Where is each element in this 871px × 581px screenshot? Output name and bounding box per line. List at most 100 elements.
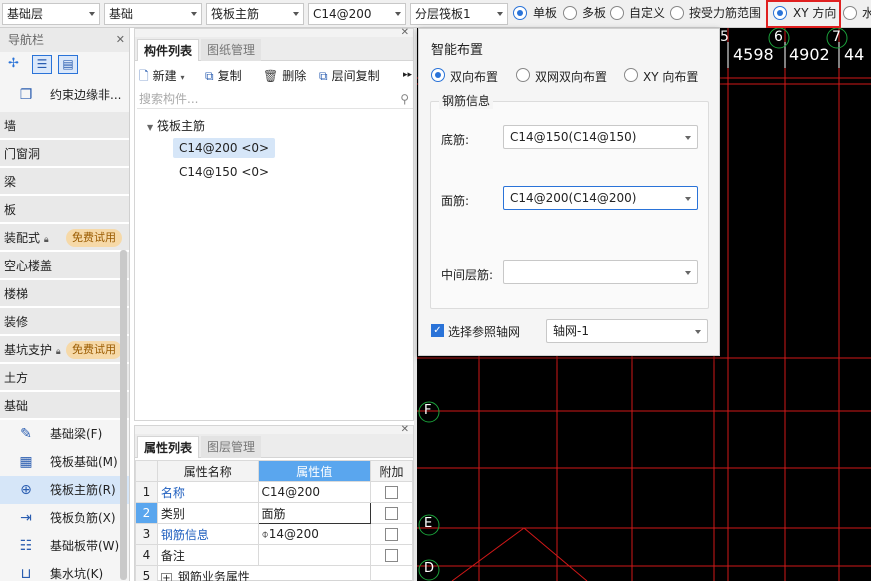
radio-multi-board[interactable] <box>563 6 577 20</box>
radio-single-board[interactable] <box>513 6 527 20</box>
radio-double-net[interactable] <box>516 68 530 82</box>
nav-cat-wall[interactable]: 墙 <box>0 112 129 140</box>
nav-cat-earthwork[interactable]: 土方 <box>0 364 129 392</box>
new-button[interactable]: 🗋︎ 新建 ▾ <box>139 67 185 88</box>
nav-item-raft-main-rebar[interactable]: ⊕ 筏板主筋(R) <box>0 476 129 504</box>
nav-item-sump-pit[interactable]: ⊔ 集水坑(K) <box>0 560 129 581</box>
expand-icon[interactable]: + <box>160 572 172 581</box>
sublayer-dropdown[interactable]: 分层筏板1 <box>410 3 508 25</box>
table-row[interactable]: 1 名称 C14@200 <box>135 481 413 503</box>
tab-layer-management[interactable]: 图层管理 <box>201 436 262 458</box>
table-row[interactable]: 4 备注 <box>135 544 413 566</box>
middle-rebar-label: 中间层筋: <box>441 268 494 282</box>
panel-grip: ✕ <box>135 27 413 38</box>
nav-cat-pit-support[interactable]: 基坑支护 🔒︎ 免费试用 <box>0 336 129 364</box>
extra-checkbox[interactable] <box>385 549 399 562</box>
nav-cat-door-window[interactable]: 门窗洞 <box>0 140 129 168</box>
dimension-text: 4598 <box>733 45 774 64</box>
top-rebar-select[interactable]: C14@200(C14@200) <box>503 186 698 210</box>
prop-value-editing[interactable]: 面筋 <box>257 502 372 524</box>
radio-xy-layout[interactable] <box>624 68 638 82</box>
nav-cat-slab[interactable]: 板 <box>0 196 129 224</box>
nav-item-raft-foundation[interactable]: ▦ 筏板基础(M) <box>0 448 129 476</box>
extra-checkbox[interactable] <box>385 507 399 520</box>
free-trial-badge[interactable]: 免费试用 <box>66 229 122 247</box>
radio-bidirectional[interactable] <box>431 68 445 82</box>
foundation-strip-icon: ☷ <box>19 538 33 554</box>
lock-icon: 🔒︎ <box>55 347 61 357</box>
tab-property-list[interactable]: 属性列表 <box>137 436 200 458</box>
extra-checkbox[interactable] <box>385 528 399 541</box>
tree-item-selected[interactable]: C14@200 <0> <box>173 138 276 158</box>
bottom-rebar-select[interactable]: C14@150(C14@150) <box>503 125 698 149</box>
table-row[interactable]: 3 钢筋信息 ⌽14@200 <box>135 523 413 545</box>
rebar-grade-icon: ⌽ <box>261 526 269 541</box>
radio-by-force-range[interactable] <box>670 6 684 20</box>
nav-item-label: 集水坑(K) <box>50 567 104 581</box>
nav-header: 导航栏 ✕ <box>0 28 129 52</box>
prop-name: 类别 <box>156 502 259 524</box>
nav-cat-foundation[interactable]: 基础 <box>0 392 129 420</box>
extra-checkbox[interactable] <box>385 486 399 499</box>
prop-value[interactable]: C14@200 <box>257 481 372 503</box>
radio-label-by-force-range: 按受力筋范围 <box>689 6 762 20</box>
nav-item-label: 楼梯 <box>4 287 29 301</box>
close-icon[interactable]: ✕ <box>116 28 125 52</box>
tab-component-list[interactable]: 构件列表 <box>137 39 200 61</box>
bottom-rebar-label: 底筋: <box>441 133 470 147</box>
tree-item[interactable]: C14@150 <0> <box>173 162 275 182</box>
delete-button[interactable]: 🗑︎ 删除 <box>263 67 306 84</box>
prop-value[interactable] <box>257 544 372 566</box>
more-icon[interactable]: ▸▸ <box>403 70 412 80</box>
floor-copy-button[interactable]: ⧉ 层间复制 <box>319 67 380 84</box>
nav-cat-stairs[interactable]: 楼梯 <box>0 280 129 308</box>
chevron-down-icon <box>497 12 503 16</box>
radio-custom[interactable] <box>610 6 624 20</box>
prop-value-header: 属性值 <box>257 460 372 482</box>
axis-grid-checkbox[interactable]: ✓ <box>431 324 444 337</box>
component-search-input[interactable]: 搜索构件... ⚲ <box>137 89 413 109</box>
pin-icon[interactable]: ✢ <box>8 56 19 71</box>
xy-direction-highlight <box>766 0 841 28</box>
middle-rebar-select[interactable] <box>503 260 698 284</box>
nav-cat-beam[interactable]: 梁 <box>0 168 129 196</box>
category-dropdown[interactable]: 基础 <box>104 3 202 25</box>
layer-dropdown[interactable]: 基础层 <box>2 3 100 25</box>
row-no: 5 <box>135 565 158 581</box>
table-row[interactable]: 2 类别 面筋 <box>135 502 413 524</box>
lock-icon: 🔒︎ <box>43 235 49 245</box>
prop-name: 名称 <box>156 481 259 503</box>
radio-horizontal[interactable] <box>843 6 857 20</box>
dimension-text: 44 <box>844 45 865 64</box>
nav-item-label: 墙 <box>4 119 17 133</box>
prop-value-cell[interactable]: ⌽14@200 <box>257 523 372 545</box>
nav-cat-hollow-floor[interactable]: 空心楼盖 <box>0 252 129 280</box>
tree-root[interactable]: ▼ 筏板主筋 <box>147 117 205 134</box>
nav-scrollbar[interactable] <box>120 250 127 580</box>
nav-item-foundation-strip[interactable]: ☷ 基础板带(W) <box>0 532 129 560</box>
nav-item-constraint-edge[interactable]: ❐ 约束边缘非... <box>0 78 129 112</box>
nav-cat-decoration[interactable]: 装修 <box>0 308 129 336</box>
prop-group-cell[interactable]: + 钢筋业务属性 <box>156 565 372 581</box>
axis-label-col: 6 <box>774 29 783 45</box>
tab-drawing-management[interactable]: 图纸管理 <box>201 39 262 61</box>
tree-root-label: 筏板主筋 <box>156 119 205 133</box>
component-type-dropdown[interactable]: 筏板主筋 <box>206 3 304 25</box>
component-value: C14@200 <box>313 7 372 21</box>
detail-view-icon[interactable]: ▤ <box>58 55 78 74</box>
copy-button[interactable]: ⧉ 复制 <box>205 67 242 84</box>
nav-cat-prefab[interactable]: 装配式 🔒︎ 免费试用 <box>0 224 129 252</box>
free-trial-badge[interactable]: 免费试用 <box>66 341 122 359</box>
raft-foundation-icon: ▦ <box>19 454 33 470</box>
nav-item-label: 基础板带(W) <box>50 539 120 553</box>
nav-item-foundation-beam[interactable]: ✎ 基础梁(F) <box>0 420 129 448</box>
new-label: 新建 <box>152 69 177 83</box>
nav-item-raft-negative-rebar[interactable]: ⇥ 筏板负筋(X) <box>0 504 129 532</box>
floor-copy-label: 层间复制 <box>331 69 380 83</box>
component-dropdown[interactable]: C14@200 <box>308 3 406 25</box>
list-view-icon[interactable]: ☰ <box>32 55 52 74</box>
component-list-panel: ✕ 构件列表 图纸管理 🗋︎ 新建 ▾ ⧉ 复制 🗑︎ 删除 ⧉ 层间复制 ▸▸ 搜索构… <box>134 27 414 421</box>
table-row[interactable]: 5 + 钢筋业务属性 <box>135 565 413 581</box>
axis-grid-select[interactable]: 轴网-1 <box>546 319 708 343</box>
chevron-down-icon: ▾ <box>180 73 185 82</box>
